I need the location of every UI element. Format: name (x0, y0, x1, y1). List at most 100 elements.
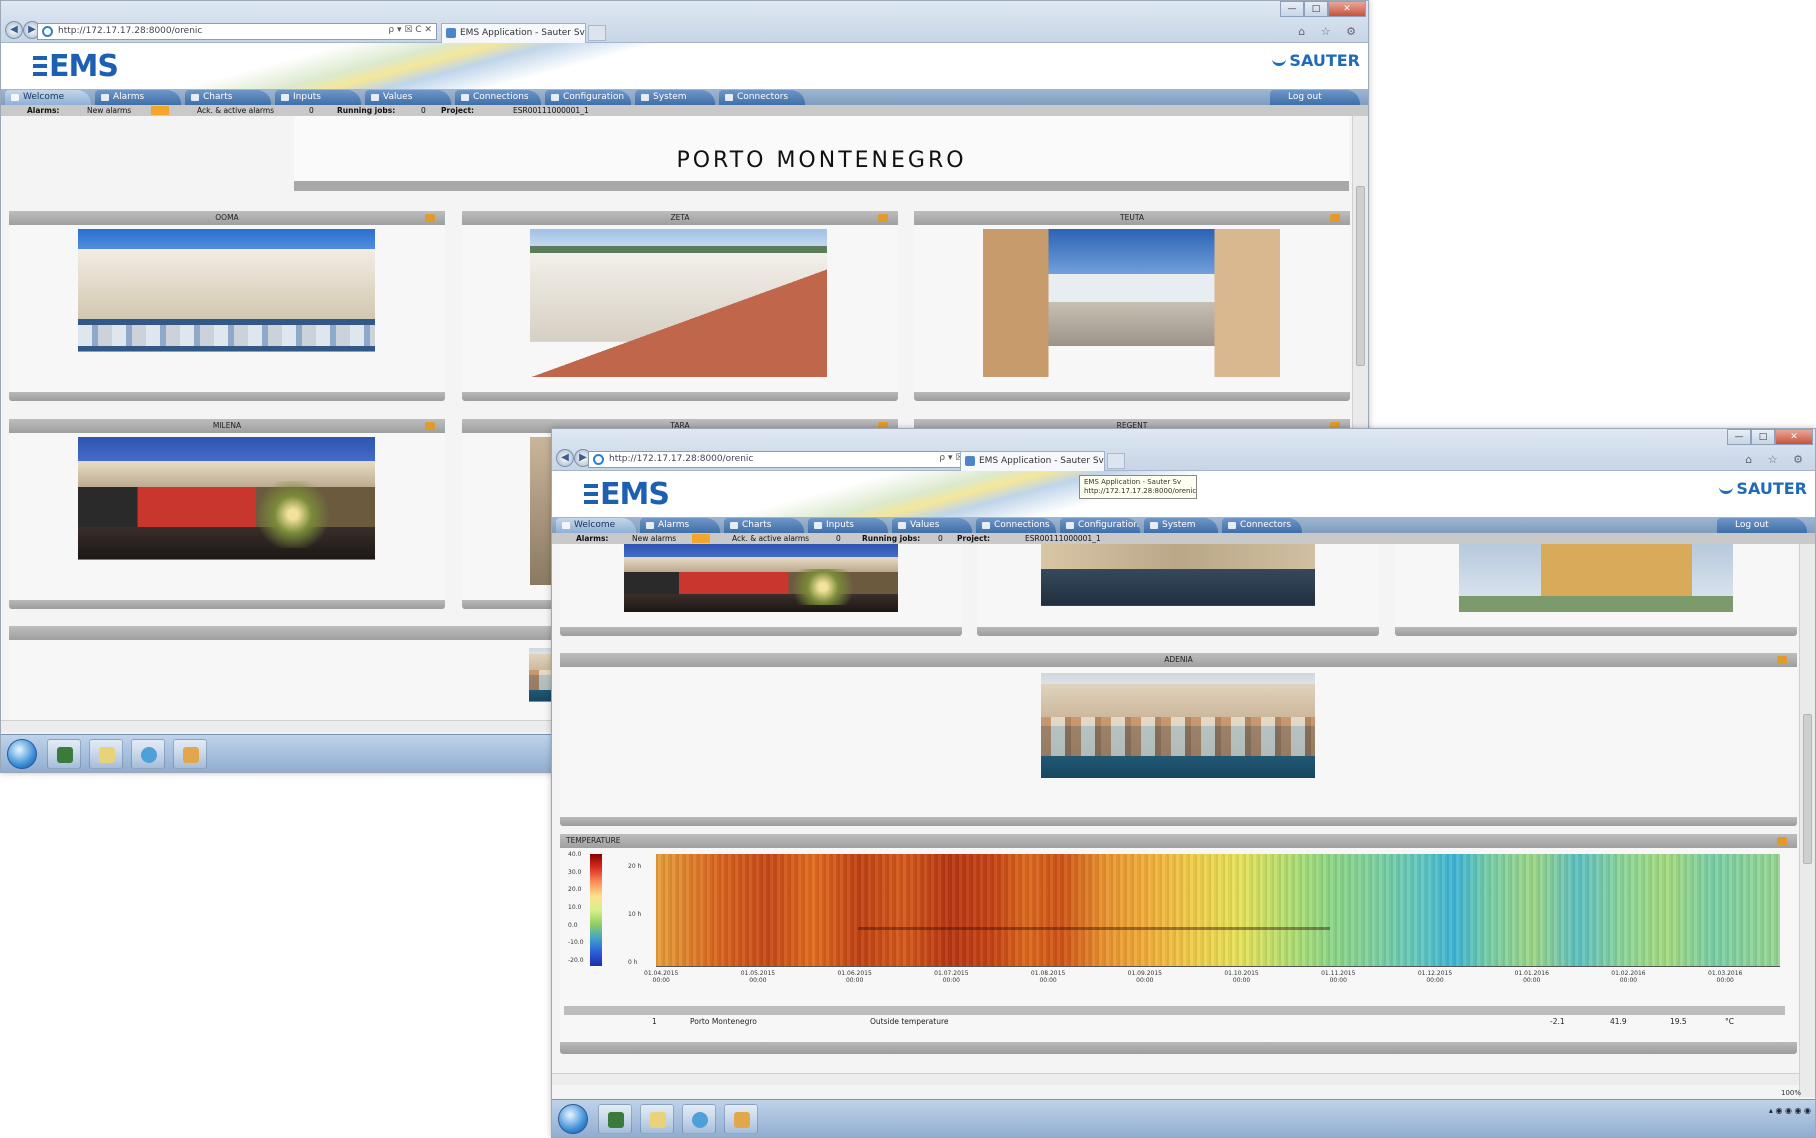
y-tick-label: 10 h (628, 911, 642, 918)
menu-system[interactable]: System (1144, 518, 1218, 533)
ack-active-label[interactable]: Ack. & active alarms (197, 106, 274, 115)
new-alarms-label[interactable]: New alarms (632, 534, 676, 543)
alarms-label[interactable]: Alarms: (27, 106, 59, 115)
browser-tab[interactable]: EMS Application - Sauter Sv... (960, 451, 1105, 471)
building-photo[interactable] (624, 544, 898, 626)
panel-zeta: ZETA (462, 211, 898, 401)
minimize-button[interactable]: — (1280, 1, 1304, 17)
address-bar[interactable]: http://172.17.17.28:8000/orenic ρ ▾ ☒ C … (588, 451, 988, 468)
lock-icon[interactable] (425, 214, 435, 222)
menu-alarms[interactable]: Alarms (640, 518, 720, 533)
menu-charts[interactable]: Charts (724, 518, 804, 533)
running-jobs-label[interactable]: Running jobs: (337, 106, 395, 115)
x-tick-label: 01.03.2016 00:00 (1708, 970, 1743, 984)
toolbar-icons[interactable]: ⌂ ☆ ⚙ (1745, 453, 1809, 466)
menu-system[interactable]: System (635, 90, 715, 105)
menu-inputs[interactable]: Inputs (808, 518, 888, 533)
start-orb-icon[interactable] (558, 1104, 588, 1134)
start-orb-icon[interactable] (7, 739, 37, 769)
menu-configuration[interactable]: Configuration (545, 90, 631, 105)
explorer-icon[interactable] (47, 739, 81, 769)
building-photo[interactable] (1041, 673, 1315, 811)
app-menu: Welcome Alarms Charts Inputs Values Conn… (552, 517, 1815, 533)
system-tray[interactable]: ▴ ◉ ◉ ◉ ◉ (1769, 1106, 1811, 1115)
colorbar-tick-label: 30.0 (568, 868, 582, 876)
panel-title: TEUTA (1120, 213, 1144, 222)
logout-button[interactable]: Log out (1717, 518, 1807, 533)
tooltip-url: http://172.17.17.28:8000/orenic (1084, 487, 1197, 495)
menu-values[interactable]: Values (365, 90, 451, 105)
legend-avg: 19.5 (1670, 1017, 1687, 1026)
folder-icon[interactable] (724, 1104, 758, 1134)
toolbar-icons[interactable]: ⌂ ☆ ⚙ (1298, 25, 1362, 38)
browser-window-front: ◀ ▶ http://172.17.17.28:8000/orenic ρ ▾ … (551, 428, 1816, 1138)
menu-welcome[interactable]: Welcome (5, 90, 91, 105)
vertical-scrollbar[interactable] (1799, 544, 1815, 1097)
ie-taskbar-icon[interactable] (682, 1104, 716, 1134)
new-tab-button[interactable] (588, 25, 606, 41)
building-photo[interactable] (1041, 544, 1315, 626)
ack-active-count: 0 (836, 534, 841, 543)
new-alarms-label[interactable]: New alarms (87, 106, 131, 115)
menu-connections[interactable]: Connections (455, 90, 541, 105)
lock-icon[interactable] (1777, 656, 1787, 664)
panel-ooma: OOMA (9, 211, 445, 401)
building-photo[interactable] (78, 437, 375, 585)
alarms-label[interactable]: Alarms: (576, 534, 608, 543)
address-bar[interactable]: http://172.17.17.28:8000/orenic ρ ▾ ☒ C … (37, 23, 437, 40)
x-tick-label: 01.08.2015 00:00 (1030, 970, 1066, 984)
browser-tab[interactable]: EMS Application - Sauter Sv... (441, 23, 586, 43)
ie-icon (593, 454, 604, 465)
colorbar-tick-label: -10.0 (568, 939, 584, 947)
new-tab-button[interactable] (1107, 453, 1125, 469)
title-card: PORTO MONTENEGRO (294, 116, 1349, 191)
menu-alarms[interactable]: Alarms (95, 90, 181, 105)
close-button[interactable]: ✕ (1775, 429, 1813, 445)
zoom-level[interactable]: 100% (1781, 1089, 1801, 1097)
menu-connectors[interactable]: Connectors (719, 90, 805, 105)
legend-max: 41.9 (1610, 1017, 1627, 1026)
menu-configuration[interactable]: Configuration (1060, 518, 1140, 533)
building-photo[interactable] (1459, 544, 1733, 626)
building-photo[interactable] (983, 229, 1280, 377)
menu-connectors[interactable]: Connectors (1222, 518, 1302, 533)
horizontal-scrollbar[interactable] (552, 1073, 1799, 1085)
media-icon[interactable] (640, 1104, 674, 1134)
url-controls[interactable]: ρ ▾ ☒ C ✕ (388, 25, 432, 35)
lock-icon[interactable] (1777, 837, 1787, 845)
legend-measure[interactable]: Outside temperature (870, 1017, 949, 1026)
building-photo[interactable] (530, 229, 827, 377)
media-icon[interactable] (89, 739, 123, 769)
running-jobs-label[interactable]: Running jobs: (862, 534, 920, 543)
menu-values[interactable]: Values (892, 518, 972, 533)
colorbar-tick-label: 10.0 (568, 904, 582, 911)
panel-tara (977, 544, 1379, 636)
sauter-logo: SAUTER (1272, 51, 1360, 70)
building-photo[interactable] (78, 229, 375, 377)
menu-inputs[interactable]: Inputs (275, 90, 361, 105)
ie-taskbar-icon[interactable] (131, 739, 165, 769)
x-tick-label: 01.10.2015 00:00 (1224, 970, 1259, 984)
legend-site[interactable]: Porto Montenegro (690, 1017, 757, 1026)
explorer-icon[interactable] (598, 1104, 632, 1134)
close-button[interactable]: ✕ (1328, 1, 1366, 17)
ack-active-label[interactable]: Ack. & active alarms (732, 534, 809, 543)
lock-icon[interactable] (878, 214, 888, 222)
back-icon[interactable]: ◀ (556, 449, 574, 467)
x-tick-label: 01.11.2015 00:00 (1321, 970, 1356, 984)
minimize-button[interactable]: — (1727, 429, 1751, 445)
panel-title: OOMA (215, 213, 239, 222)
lock-icon[interactable] (1330, 214, 1340, 222)
folder-icon[interactable] (173, 739, 207, 769)
window-controls: — □ ✕ (1727, 429, 1813, 445)
menu-welcome[interactable]: Welcome (556, 518, 636, 533)
maximize-button[interactable]: □ (1304, 1, 1328, 17)
menu-connections[interactable]: Connections (976, 518, 1056, 533)
maximize-button[interactable]: □ (1751, 429, 1775, 445)
logout-button[interactable]: Log out (1270, 90, 1360, 105)
window-controls: — □ ✕ (1280, 1, 1366, 17)
back-icon[interactable]: ◀ (5, 21, 23, 39)
heatmap-cells[interactable] (656, 854, 1780, 966)
lock-icon[interactable] (425, 422, 435, 430)
menu-charts[interactable]: Charts (185, 90, 271, 105)
